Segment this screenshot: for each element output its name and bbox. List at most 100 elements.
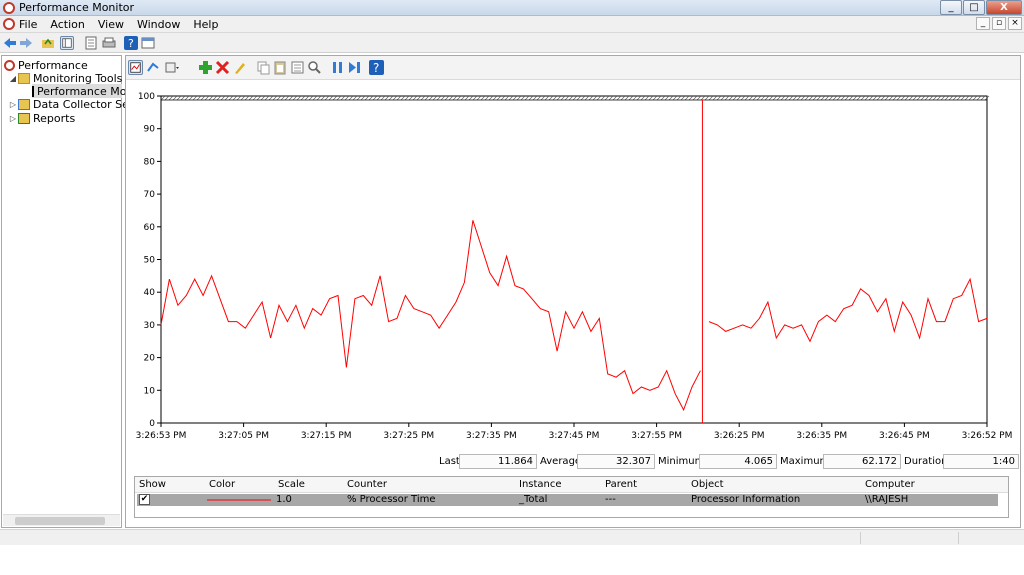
col-object[interactable]: Object (691, 479, 724, 490)
y-tick-label: 80 (144, 157, 156, 167)
tree-horizontal-scrollbar[interactable] (3, 514, 120, 526)
col-color[interactable]: Color (209, 479, 235, 490)
duration-value: 1:40 (943, 454, 1019, 469)
average-value: 32.307 (577, 454, 655, 469)
performance-monitor-pane: ? 0 10 20 30 40 50 60 70 80 90 100 3:26:53 PM 3:27:0… (125, 55, 1021, 528)
minimize-button[interactable]: _ (940, 0, 962, 15)
counter-legend: Show Color Scale Counter Instance Parent… (134, 476, 1009, 518)
status-cell (958, 532, 959, 544)
console-tree-icon[interactable] (60, 36, 74, 50)
console-tree: Performance ◢ Monitoring Tools Performan… (1, 55, 139, 528)
tree-item-reports[interactable]: ▷ Reports (8, 111, 75, 125)
window-title: Performance Monitor (19, 1, 135, 14)
col-parent[interactable]: Parent (605, 479, 637, 490)
desktop-area (0, 545, 1024, 575)
tree-item-data-collector-sets[interactable]: ▷ Data Collector Sets (8, 97, 139, 111)
y-tick-label: 50 (144, 256, 156, 266)
tree-label: Reports (33, 111, 76, 125)
instance-cell: _Total (519, 494, 548, 505)
child-restore-icon[interactable]: ▫ (992, 17, 1006, 30)
tree-item-monitoring-tools[interactable]: ◢ Monitoring Tools (8, 71, 123, 85)
y-tick-label: 0 (149, 419, 155, 429)
tree-label: Data Collector Sets (33, 97, 139, 111)
main-toolbar: ? (0, 33, 1024, 53)
x-tick-label: 3:27:45 PM (549, 431, 600, 441)
folder-up-icon[interactable] (41, 36, 55, 50)
mmc-icon[interactable] (141, 36, 155, 50)
back-icon[interactable] (3, 36, 17, 50)
legend-header: Show Color Scale Counter Instance Parent… (135, 477, 1008, 493)
y-tick-label: 70 (144, 190, 156, 200)
x-tick-label: 3:26:25 PM (714, 431, 765, 441)
menu-action[interactable]: Action (50, 18, 84, 31)
child-close-icon[interactable]: × (1008, 17, 1022, 30)
reports-icon (18, 112, 30, 124)
show-checkbox[interactable]: ✔ (139, 494, 150, 505)
maximize-button[interactable]: □ (963, 0, 985, 15)
counter-cell: % Processor Time (347, 494, 436, 505)
tree-item-performance[interactable]: Performance (4, 58, 88, 72)
properties-icon[interactable] (84, 36, 98, 50)
y-tick-label: 100 (138, 92, 155, 102)
col-instance[interactable]: Instance (519, 479, 562, 490)
y-tick-label: 20 (144, 354, 156, 364)
col-computer[interactable]: Computer (865, 479, 915, 490)
statistics-bar: Last 11.864 Average 32.307 Minimum 4.065… (126, 454, 1020, 470)
menu-view[interactable]: View (98, 18, 124, 31)
chart-icon (32, 85, 34, 97)
y-tick-label: 90 (144, 125, 156, 135)
collapsed-triangle-icon[interactable]: ▷ (8, 100, 18, 109)
tree-label: Performance (18, 58, 88, 72)
collapsed-triangle-icon[interactable]: ▷ (8, 114, 18, 123)
last-value: 11.864 (459, 454, 537, 469)
child-minimize-icon[interactable]: _ (976, 17, 990, 30)
col-counter[interactable]: Counter (347, 479, 387, 490)
expanded-triangle-icon[interactable]: ◢ (8, 74, 18, 83)
x-tick-label: 3:27:25 PM (383, 431, 434, 441)
performance-icon (4, 59, 15, 71)
x-tick-label: 3:27:15 PM (301, 431, 352, 441)
x-tick-label: 3:26:53 PM (136, 431, 187, 441)
forward-icon[interactable] (19, 36, 33, 50)
help-icon[interactable]: ? (124, 36, 138, 50)
y-tick-label: 40 (144, 288, 156, 298)
parent-cell: --- (605, 494, 616, 505)
data-collector-icon (18, 98, 30, 110)
last-label: Last (439, 456, 460, 467)
line-color-swatch (207, 499, 271, 501)
menu-window[interactable]: Window (137, 18, 180, 31)
col-show[interactable]: Show (139, 479, 166, 490)
x-tick-label: 3:27:05 PM (218, 431, 269, 441)
x-tick-label: 3:26:52 PM (962, 431, 1013, 441)
col-scale[interactable]: Scale (278, 479, 305, 490)
y-tick-label: 30 (144, 321, 156, 331)
status-cell (860, 532, 861, 544)
x-tick-label: 3:26:35 PM (796, 431, 847, 441)
duration-label: Duration (904, 456, 948, 467)
performance-monitor-icon (3, 2, 15, 14)
scrollbar-thumb[interactable] (15, 517, 105, 525)
status-bar (0, 529, 1024, 545)
object-cell: Processor Information (691, 494, 801, 505)
maximum-label: Maximum (780, 456, 830, 467)
system-menu-icon[interactable] (3, 18, 15, 30)
print-icon[interactable] (102, 36, 116, 50)
maximum-value: 62.172 (823, 454, 901, 469)
minimum-value: 4.065 (699, 454, 777, 469)
tree-label: Monitoring Tools (33, 71, 123, 85)
line-graph[interactable]: 0 10 20 30 40 50 60 70 80 90 100 3:26:53 PM 3:27:05 … (126, 56, 1020, 454)
menu-file[interactable]: File (19, 18, 37, 31)
counter-row[interactable]: ✔ 1.0 % Processor Time _Total --- Proces… (137, 494, 998, 506)
x-tick-label: 3:27:35 PM (466, 431, 517, 441)
close-button[interactable]: X (986, 0, 1022, 15)
menu-bar: File Action View Window Help _ ▫ × (0, 16, 1024, 33)
menu-help[interactable]: Help (193, 18, 218, 31)
title-bar: Performance Monitor _ □ X (0, 0, 1024, 16)
average-label: Average (540, 456, 582, 467)
tree-label: Performance Mon (37, 84, 134, 98)
y-tick-label: 60 (144, 223, 156, 233)
y-tick-label: 10 (144, 386, 156, 396)
tree-item-performance-monitor[interactable]: Performance Mon (32, 84, 133, 98)
plot-area[interactable] (160, 95, 988, 424)
computer-cell: \\RAJESH (865, 494, 909, 505)
